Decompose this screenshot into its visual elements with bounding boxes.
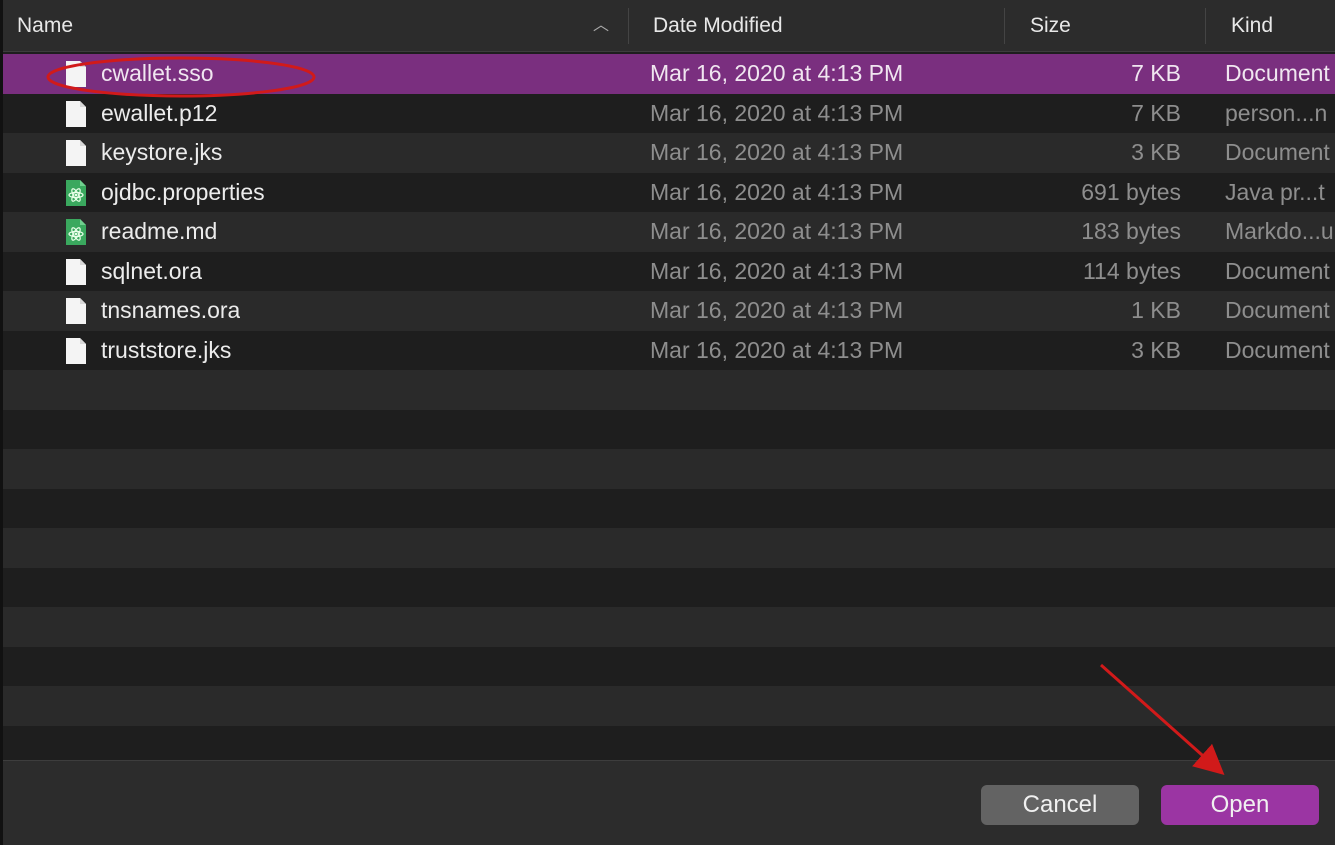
file-date-modified: Mar 16, 2020 at 4:13 PM <box>650 257 904 284</box>
file-name: cwallet.sso <box>101 60 214 86</box>
file-size: 7 KB <box>1131 99 1181 126</box>
file-date-modified: Mar 16, 2020 at 4:13 PM <box>650 99 904 126</box>
column-divider[interactable] <box>1004 8 1005 44</box>
empty-row <box>3 646 1335 686</box>
file-kind: person...n <box>1225 99 1328 126</box>
file-date-modified: Mar 16, 2020 at 4:13 PM <box>650 178 904 205</box>
file-kind: Java pr...t <box>1225 178 1325 205</box>
file-size: 3 KB <box>1131 139 1181 165</box>
file-size: 691 bytes <box>1081 178 1181 205</box>
file-name: ojdbc.properties <box>101 178 265 205</box>
file-kind: Document <box>1225 257 1330 284</box>
file-kind: Document <box>1225 60 1330 86</box>
file-row[interactable]: sqlnet.ora Mar 16, 2020 at 4:13 PM 114 byt… <box>3 251 1335 291</box>
column-header-size[interactable]: Size <box>1030 0 1071 52</box>
file-size: 7 KB <box>1131 60 1181 86</box>
empty-row <box>3 567 1335 607</box>
empty-row <box>3 607 1335 647</box>
file-name: keystore.jks <box>101 139 223 165</box>
file-name: readme.md <box>101 218 218 244</box>
empty-row <box>3 449 1335 489</box>
column-divider[interactable] <box>1205 8 1206 44</box>
file-row[interactable]: ewallet.p12 Mar 16, 2020 at 4:13 PM 7 KB pe… <box>3 93 1335 133</box>
file-row[interactable]: ojdbc.properties Mar 16, 2020 at 4:13 PM 6… <box>3 172 1335 212</box>
file-date-modified: Mar 16, 2020 at 4:13 PM <box>650 218 904 244</box>
file-size: 3 KB <box>1131 336 1181 363</box>
file-row[interactable]: cwallet.sso Mar 16, 2020 at 4:13 PM 7 KB Do… <box>3 54 1335 94</box>
file-kind: Document <box>1225 139 1330 165</box>
column-divider[interactable] <box>628 8 629 44</box>
file-kind: Document <box>1225 336 1330 363</box>
file-row[interactable]: keystore.jks Mar 16, 2020 at 4:13 PM 3 KB D… <box>3 133 1335 173</box>
empty-row <box>3 686 1335 726</box>
file-open-dialog: Name ︿ Date Modified Size Kind cwallet.s… <box>0 0 1335 845</box>
column-header-bar: Name ︿ Date Modified Size Kind <box>3 0 1335 52</box>
file-size: 114 bytes <box>1082 257 1181 284</box>
file-size: 1 KB <box>1131 297 1181 323</box>
file-list[interactable]: cwallet.sso Mar 16, 2020 at 4:13 PM 7 KB Do… <box>3 54 1335 765</box>
file-date-modified: Mar 16, 2020 at 4:13 PM <box>650 60 904 86</box>
file-kind: Document <box>1225 297 1330 323</box>
empty-row <box>3 488 1335 528</box>
empty-row <box>3 528 1335 568</box>
open-button[interactable]: Open <box>1161 785 1319 825</box>
sort-ascending-icon[interactable]: ︿ <box>593 0 609 52</box>
file-name: sqlnet.ora <box>101 257 203 284</box>
file-date-modified: Mar 16, 2020 at 4:13 PM <box>650 139 904 165</box>
column-header-kind[interactable]: Kind <box>1231 0 1273 52</box>
file-row[interactable]: tnsnames.ora Mar 16, 2020 at 4:13 PM 1 KB D… <box>3 291 1335 331</box>
column-header-date[interactable]: Date Modified <box>653 0 783 52</box>
file-name: tnsnames.ora <box>101 297 241 323</box>
dialog-footer: Cancel Open <box>3 760 1335 845</box>
file-name: ewallet.p12 <box>101 99 218 126</box>
cancel-button[interactable]: Cancel <box>981 785 1139 825</box>
file-row[interactable]: readme.md Mar 16, 2020 at 4:13 PM 183 byte… <box>3 212 1335 252</box>
file-kind: Markdo...u <box>1225 218 1334 244</box>
file-date-modified: Mar 16, 2020 at 4:13 PM <box>650 297 904 323</box>
empty-row <box>3 409 1335 449</box>
file-date-modified: Mar 16, 2020 at 4:13 PM <box>650 336 904 363</box>
empty-row <box>3 370 1335 410</box>
column-header-name[interactable]: Name <box>17 0 73 52</box>
file-row[interactable]: truststore.jks Mar 16, 2020 at 4:13 PM 3 K… <box>3 330 1335 370</box>
file-size: 183 bytes <box>1081 218 1181 244</box>
file-name: truststore.jks <box>101 336 232 363</box>
